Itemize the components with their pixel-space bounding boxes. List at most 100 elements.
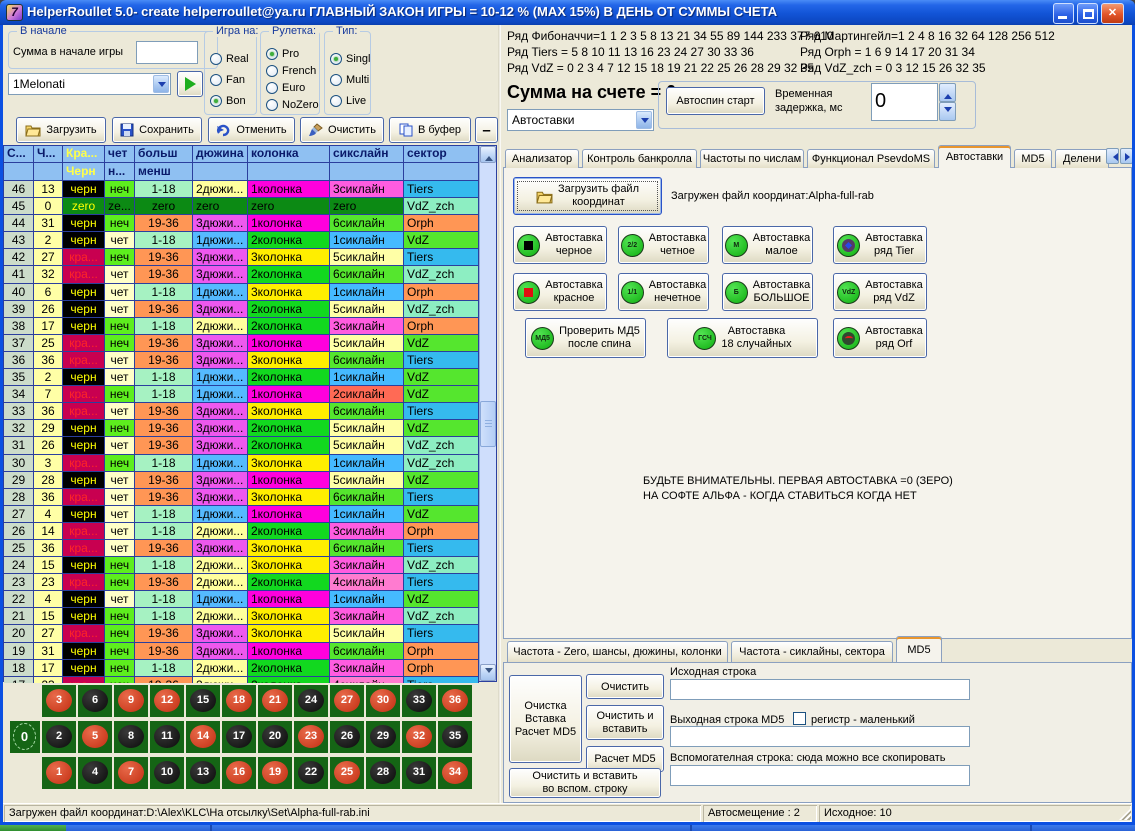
table-row[interactable]: 4227кра...неч19-363дюжи...3колонка5сикла… — [4, 249, 479, 266]
table-cell[interactable]: 27 — [34, 625, 63, 642]
table-cell[interactable]: 0 — [34, 198, 63, 215]
board-number-cell[interactable]: 27 — [330, 685, 364, 717]
board-number-cell[interactable]: 16 — [222, 757, 256, 789]
header-cell[interactable] — [193, 163, 248, 181]
header-cell[interactable]: С... — [4, 146, 34, 163]
scroll-up-icon[interactable] — [480, 146, 496, 163]
tab-md5[interactable]: MD5 — [1014, 149, 1052, 168]
table-cell[interactable]: 4сиклайн — [330, 574, 404, 591]
tab-частоты-по-числам[interactable]: Частоты по числам — [700, 149, 804, 168]
table-cell[interactable]: 35 — [4, 369, 34, 386]
table-row[interactable]: 2614кра...чет1-182дюжи...2колонка3сиклай… — [4, 523, 479, 540]
tab-автоставки[interactable]: Автоставки — [938, 145, 1011, 168]
table-cell[interactable]: 2дюжи... — [193, 557, 248, 574]
table-cell[interactable]: VdZ — [404, 386, 479, 403]
table-cell[interactable]: 2сиклайн — [330, 386, 404, 403]
table-cell[interactable]: 3колонка — [248, 625, 330, 642]
table-cell[interactable]: zero — [63, 198, 105, 215]
table-row[interactable]: 274чернчет1-181дюжи...1колонка1сиклайнVd… — [4, 506, 479, 523]
table-row[interactable]: 2323кра...неч19-362дюжи...2колонка4сикла… — [4, 574, 479, 591]
board-number-cell[interactable]: 4 — [78, 757, 112, 789]
radio-fan[interactable]: Fan — [210, 74, 245, 86]
table-cell[interactable]: черн — [63, 369, 105, 386]
table-cell[interactable]: 25 — [34, 335, 63, 352]
bottom-tab-2[interactable]: Частота - сиклайны, сектора — [731, 641, 893, 662]
board-number-cell[interactable]: 34 — [438, 757, 472, 789]
table-cell[interactable]: кра... — [63, 625, 105, 642]
table-row[interactable]: 432чернчет1-181дюжи...2колонка1сиклайнVd… — [4, 232, 479, 249]
table-cell[interactable]: 1-18 — [135, 608, 193, 625]
table-cell[interactable]: черн — [63, 557, 105, 574]
board-number-cell[interactable]: 32 — [402, 721, 436, 753]
table-row[interactable]: 2415черннеч1-182дюжи...3колонка3сиклайнV… — [4, 557, 479, 574]
board-number-cell[interactable]: 33 — [402, 685, 436, 717]
table-cell[interactable]: 38 — [4, 318, 34, 335]
table-cell[interactable]: Tiers — [404, 625, 479, 642]
chevron-down-icon[interactable] — [636, 111, 652, 129]
table-cell[interactable]: 6сиклайн — [330, 215, 404, 232]
board-number-cell[interactable]: 35 — [438, 721, 472, 753]
bet-button-черное[interactable]: Автоставкачерное — [513, 226, 607, 264]
table-cell[interactable]: 2дюжи... — [193, 608, 248, 625]
table-row[interactable]: 1931черннеч19-363дюжи...1колонка6сиклайн… — [4, 643, 479, 660]
bet-button-большое[interactable]: БАвтоставкаБОЛЬШОЕ — [722, 273, 813, 311]
table-cell[interactable]: 1колонка — [248, 472, 330, 489]
table-cell[interactable]: Tiers — [404, 181, 479, 198]
title-bar[interactable]: 7 HelperRoullet 5.0- create helperroulle… — [0, 0, 1135, 25]
table-cell[interactable]: VdZ — [404, 335, 479, 352]
table-cell[interactable]: VdZ_zch — [404, 608, 479, 625]
table-cell[interactable]: 5сиклайн — [330, 301, 404, 318]
radio-euro[interactable]: Euro — [266, 82, 305, 94]
table-cell[interactable]: 41 — [4, 266, 34, 283]
table-cell[interactable]: 3колонка — [248, 284, 330, 301]
table-row[interactable]: 303кра...неч1-181дюжи...3колонка1сиклайн… — [4, 455, 479, 472]
table-cell[interactable]: VdZ_zch — [404, 557, 479, 574]
table-cell[interactable]: чет — [105, 437, 135, 454]
table-cell[interactable]: 1дюжи... — [193, 284, 248, 301]
table-cell[interactable]: черн — [63, 284, 105, 301]
table-cell[interactable]: Tiers — [404, 403, 479, 420]
table-cell[interactable]: 19-36 — [135, 625, 193, 642]
table-cell[interactable]: 3колонка — [248, 608, 330, 625]
table-cell[interactable]: 4 — [34, 591, 63, 608]
table-cell[interactable]: 23 — [34, 574, 63, 591]
table-cell[interactable]: 26 — [34, 437, 63, 454]
board-number-cell[interactable]: 23 — [294, 721, 328, 753]
table-cell[interactable]: 3дюжи... — [193, 403, 248, 420]
table-cell[interactable]: 2дюжи... — [193, 181, 248, 198]
table-cell[interactable]: черн — [63, 420, 105, 437]
table-cell[interactable]: 1-18 — [135, 455, 193, 472]
table-cell[interactable]: 26 — [34, 301, 63, 318]
table-cell[interactable]: 1-18 — [135, 591, 193, 608]
table-cell[interactable]: 27 — [34, 249, 63, 266]
table-cell[interactable]: 19-36 — [135, 266, 193, 283]
table-cell[interactable]: 3сиклайн — [330, 181, 404, 198]
table-cell[interactable]: 3колонка — [248, 540, 330, 557]
table-cell[interactable]: чет — [105, 591, 135, 608]
table-cell[interactable]: черн — [63, 301, 105, 318]
table-cell[interactable]: 5сиклайн — [330, 472, 404, 489]
table-cell[interactable]: неч — [105, 335, 135, 352]
board-number-cell[interactable]: 8 — [114, 721, 148, 753]
autospin-start-button[interactable]: Автоспин старт — [666, 87, 765, 115]
table-cell[interactable]: 23 — [4, 574, 34, 591]
table-cell[interactable]: черн — [63, 437, 105, 454]
table-cell[interactable]: неч — [105, 660, 135, 677]
table-cell[interactable]: 19-36 — [135, 352, 193, 369]
board-number-cell[interactable]: 10 — [150, 757, 184, 789]
bet-button-ряд-orf[interactable]: Автоставкаряд Orf — [833, 318, 927, 358]
header-cell[interactable]: н... — [105, 163, 135, 181]
table-cell[interactable]: 5сиклайн — [330, 249, 404, 266]
table-cell[interactable]: 36 — [34, 352, 63, 369]
table-cell[interactable]: черн — [63, 318, 105, 335]
table-cell[interactable]: 3дюжи... — [193, 472, 248, 489]
table-cell[interactable]: 3дюжи... — [193, 643, 248, 660]
board-number-cell[interactable]: 3 — [42, 685, 76, 717]
table-cell[interactable]: 32 — [4, 420, 34, 437]
table-cell[interactable]: 36 — [34, 403, 63, 420]
radio-bon[interactable]: Bon — [210, 95, 246, 107]
table-cell[interactable]: 2колонка — [248, 574, 330, 591]
table-cell[interactable]: 6сиклайн — [330, 489, 404, 506]
table-row[interactable]: 3926чернчет19-363дюжи...2колонка5сиклайн… — [4, 301, 479, 318]
table-cell[interactable]: 3дюжи... — [193, 301, 248, 318]
